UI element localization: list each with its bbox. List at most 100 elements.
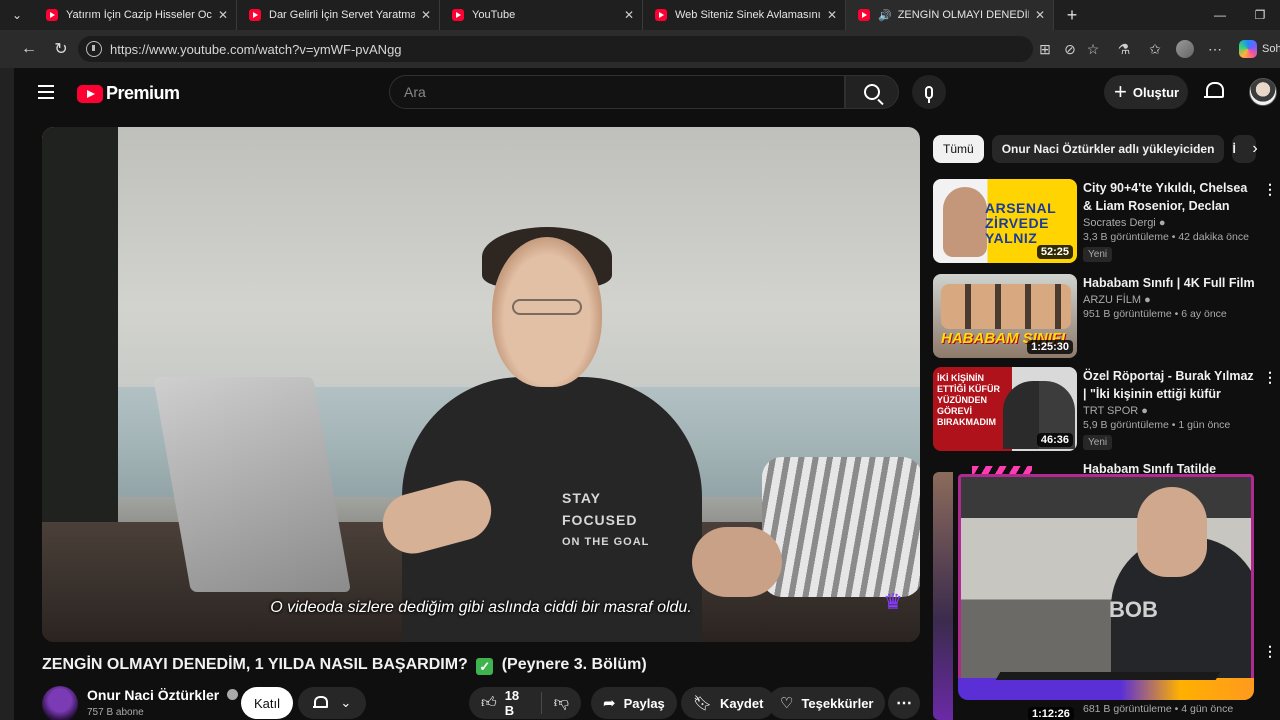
close-tab-icon[interactable]: ✕ [827, 8, 837, 22]
extensions-icon[interactable]: ⚗ [1114, 39, 1134, 59]
tab-title: Web Siteniz Sinek Avlamasını insta [675, 9, 821, 21]
shirt-print: STAY FOCUSED ON THE GOAL [562, 490, 650, 548]
channel-name[interactable]: Socrates Dergi [1083, 217, 1156, 229]
bell-icon [312, 695, 328, 711]
recommended-video[interactable]: ARSENAL ZİRVEDE YALNIZ 52:25 City 90+4't… [933, 179, 1277, 265]
close-tab-icon[interactable]: ✕ [1035, 8, 1045, 22]
new-tab-icon[interactable]: + [1054, 5, 1090, 26]
video-thumbnail[interactable]: HABABAM SINIFI 1:25:30 [933, 274, 1077, 358]
tab-list-chevron-icon[interactable]: ⌄ [0, 0, 34, 30]
site-info-icon[interactable] [86, 41, 102, 57]
chip-from-uploader[interactable]: Onur Naci Öztürkler adlı yükleyiciden [991, 135, 1225, 163]
join-button[interactable]: Katıl [241, 687, 293, 719]
chevron-right-icon[interactable]: › [1244, 138, 1266, 160]
browser-tab[interactable]: YouTube ✕ [440, 0, 643, 30]
close-tab-icon[interactable]: ✕ [218, 8, 228, 22]
chip-all[interactable]: Tümü [933, 135, 984, 163]
search-button[interactable] [845, 75, 899, 109]
overlay-decoration [972, 466, 1032, 474]
account-avatar[interactable] [1249, 78, 1277, 106]
video-duration: 1:12:26 [1028, 707, 1074, 720]
youtube-play-icon [77, 84, 103, 103]
settings-more-icon[interactable]: ⋯ [1205, 39, 1225, 59]
view-count-age: 3,3 B görüntüleme • 42 dakika önce [1083, 231, 1249, 243]
verified-badge-icon: ● [1144, 294, 1151, 306]
chevron-down-icon: ⌄ [340, 695, 352, 710]
bookmark-icon: 🔖︎ [693, 695, 713, 712]
video-title-suffix: (Peynere 3. Bölüm) [501, 656, 647, 673]
like-button[interactable]: 👍︎ 18 B [469, 687, 541, 719]
video-thumbnail[interactable]: ARSENAL ZİRVEDE YALNIZ 52:25 [933, 179, 1077, 263]
share-button[interactable]: ➦ Paylaş [591, 687, 677, 719]
notifications-bell-icon[interactable] [1203, 80, 1225, 104]
thanks-label: Teşekkürler [801, 695, 874, 711]
audio-playing-icon[interactable]: 🔊 [878, 9, 892, 22]
webcam-overlay: BOB [952, 466, 1260, 706]
check-emoji-icon: ✓ [476, 658, 494, 675]
search-input[interactable]: Ara [389, 75, 845, 109]
menu-icon[interactable] [38, 85, 54, 99]
browser-tab[interactable]: Web Siteniz Sinek Avlamasını insta ✕ [643, 0, 846, 30]
search-placeholder: Ara [404, 84, 426, 100]
save-button[interactable]: 🔖︎ Kaydet [681, 687, 776, 719]
copilot-label[interactable]: Soh [1262, 43, 1280, 55]
microphone-icon [925, 85, 933, 103]
video-title[interactable]: Özel Röportaj - Burak Yılmaz | "İki kişi… [1083, 367, 1255, 403]
view-count-age: 5,9 B görüntüleme • 1 gün önce [1083, 419, 1231, 431]
youtube-favicon-icon [46, 9, 58, 21]
video-player[interactable]: STAY FOCUSED ON THE GOAL O videoda sizle… [42, 127, 920, 642]
channel-watermark-icon[interactable]: ♛ [880, 589, 906, 615]
video-duration: 52:25 [1036, 245, 1073, 259]
share-label: Paylaş [623, 695, 665, 711]
channel-name[interactable]: TRT SPOR [1083, 405, 1138, 417]
url-bar[interactable]: https://www.youtube.com/watch?v=ymWF-pvA… [78, 36, 1033, 62]
favorites-icon[interactable]: ✩ [1145, 39, 1165, 59]
channel-name-row[interactable]: Onur Naci Öztürkler [87, 687, 239, 703]
minimize-icon[interactable]: — [1200, 0, 1240, 30]
filter-chips: Tümü Onur Naci Öztürkler adlı yükleyicid… [933, 135, 1264, 163]
browser-tab[interactable]: Dar Gelirli İçin Servet Yaratma Stra ✕ [237, 0, 440, 30]
tab-title: ZENGİN OLMAYI DENEDİM, 1 [897, 9, 1029, 21]
video-options-icon[interactable]: ⋮ [1263, 643, 1277, 660]
browser-tab-active[interactable]: 🔊 ZENGİN OLMAYI DENEDİM, 1 ✕ [846, 0, 1054, 30]
video-thumbnail[interactable] [933, 472, 953, 720]
subscriber-count: 757 B abone [87, 707, 144, 718]
more-actions-icon[interactable]: ⋯ [888, 687, 920, 719]
close-tab-icon[interactable]: ✕ [624, 8, 634, 22]
youtube-favicon-icon [452, 9, 464, 21]
recommended-video[interactable]: İKİ KİŞİNİN ETTİĞİ KÜFÜR YÜZÜNDEN GÖREVİ… [933, 367, 1277, 453]
thanks-button[interactable]: ♡ Teşekkürler [768, 687, 886, 719]
apps-grid-icon[interactable]: ⊞ [1035, 39, 1055, 59]
profile-icon[interactable] [1175, 39, 1195, 59]
create-button[interactable]: + Oluştur [1104, 75, 1188, 109]
verified-badge-icon: ● [1141, 405, 1148, 417]
recommended-video[interactable]: HABABAM SINIFI 1:25:30 Hababam Sınıfı | … [933, 274, 1273, 360]
video-title[interactable]: City 90+4'te Yıkıldı, Chelsea & Liam Ros… [1083, 179, 1255, 215]
video-title[interactable]: Hababam Sınıfı | 4K Full Film [1083, 274, 1255, 292]
copilot-icon[interactable] [1238, 39, 1258, 59]
channel-name[interactable]: Onur Naci Öztürkler [87, 687, 219, 703]
tracking-prevention-icon[interactable]: ⊘ [1060, 39, 1080, 59]
channel-avatar[interactable] [42, 686, 78, 720]
tab-title: YouTube [472, 9, 516, 21]
tab-title: Yatırım İçin Cazip Hisseler Ocak 20 [66, 9, 212, 21]
close-tab-icon[interactable]: ✕ [421, 8, 431, 22]
browser-tab[interactable]: Yatırım İçin Cazip Hisseler Ocak 20 ✕ [34, 0, 237, 30]
favorite-star-icon[interactable]: ☆ [1083, 39, 1103, 59]
voice-search-button[interactable] [912, 75, 946, 109]
back-icon[interactable]: ← [14, 34, 44, 64]
youtube-favicon-icon [858, 9, 870, 21]
youtube-favicon-icon [249, 9, 261, 21]
dislike-button[interactable]: 👎︎ [542, 687, 581, 719]
video-duration: 46:36 [1036, 433, 1073, 447]
video-options-icon[interactable]: ⋮ [1263, 369, 1277, 386]
video-thumbnail[interactable]: İKİ KİŞİNİN ETTİĞİ KÜFÜR YÜZÜNDEN GÖREVİ… [933, 367, 1077, 451]
reload-icon[interactable]: ↻ [46, 34, 76, 64]
channel-name[interactable]: ARZU FİLM [1083, 294, 1141, 306]
video-options-icon[interactable]: ⋮ [1263, 181, 1277, 198]
video-presenter: STAY FOCUSED ON THE GOAL [362, 227, 782, 642]
youtube-premium-logo[interactable]: Premium [77, 83, 180, 104]
maximize-icon[interactable]: ❐ [1240, 0, 1280, 30]
overlay-bar [958, 678, 1254, 700]
subscription-bell-button[interactable]: ⌄ [298, 687, 366, 719]
